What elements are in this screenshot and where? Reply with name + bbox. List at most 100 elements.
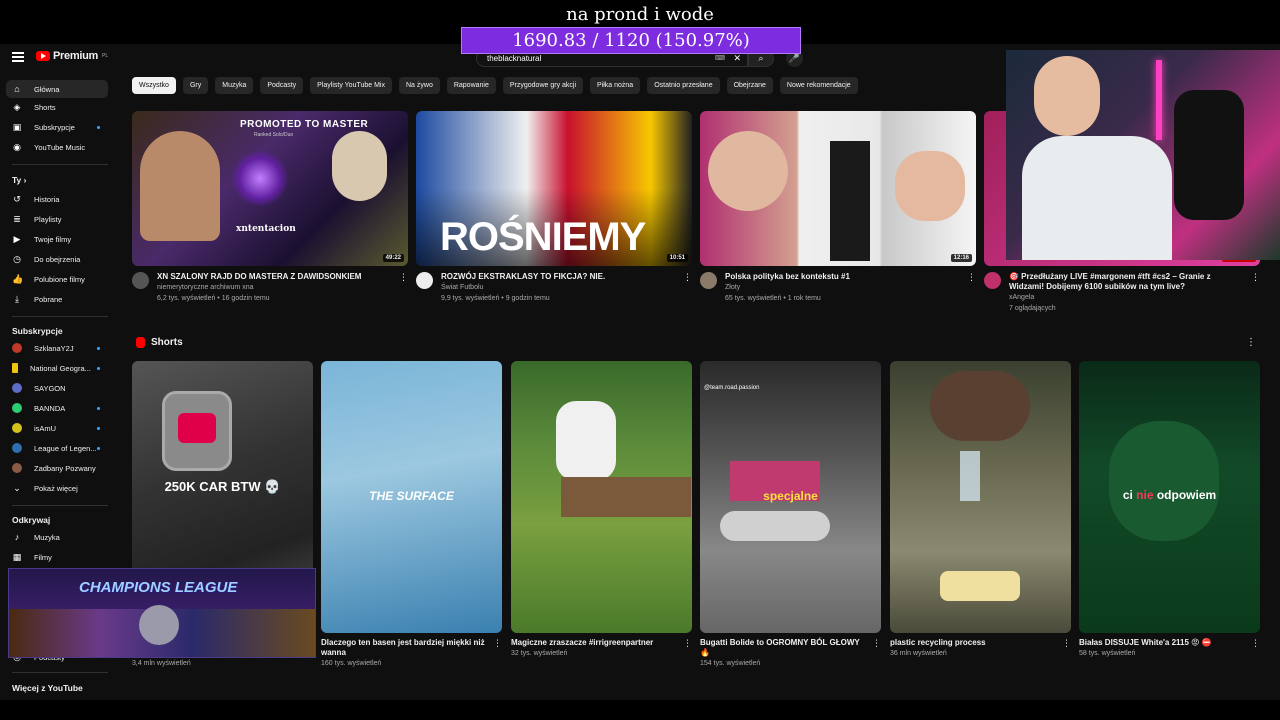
channel-avatar[interactable] bbox=[984, 272, 1001, 289]
keyboard-icon[interactable]: ⌨ bbox=[715, 54, 725, 62]
sidebar-item-shorts[interactable]: ◈ Shorts bbox=[6, 98, 108, 116]
sidebar-sub-item[interactable]: League of Legen... bbox=[6, 439, 108, 457]
sidebar-item-label: Do obejrzenia bbox=[34, 254, 81, 264]
plastic-rod-image bbox=[940, 571, 1020, 601]
sidebar-sub-item[interactable]: National Geogra... bbox=[6, 359, 108, 377]
sidebar-sub-item[interactable]: SzklanaY2J bbox=[6, 339, 108, 357]
sidebar-item-label: National Geogra... bbox=[30, 363, 91, 373]
video-duration: 12:16 bbox=[950, 254, 972, 262]
short-card[interactable]: @team.road.passion specjalne Bugatti Bol… bbox=[700, 361, 881, 670]
chip-all[interactable]: Wszystko bbox=[132, 77, 176, 94]
channel-name[interactable]: Świat Futbolu bbox=[441, 282, 692, 293]
short-title[interactable]: Dlaczego ten basen jest bardziej miękki … bbox=[321, 638, 502, 658]
video-thumbnail[interactable]: PROMOTED TO MASTER Ranked Solo/Duo xnten… bbox=[132, 111, 408, 266]
donation-goal-text: 1690.83 / 1120 (150.97%) bbox=[512, 30, 750, 51]
channel-name[interactable]: xAngela bbox=[1009, 292, 1260, 303]
sidebar-sub-item[interactable]: Zadbany Pozwany bbox=[6, 459, 108, 477]
sidebar-item-label: Muzyka bbox=[34, 532, 60, 542]
sidebar-sub-item[interactable]: BANNDA bbox=[6, 399, 108, 417]
more-options-icon[interactable]: ⋮ bbox=[493, 638, 502, 649]
sidebar-item-label: Pobrane bbox=[34, 294, 63, 304]
channel-name[interactable]: niemerytoryczne archiwum xna bbox=[157, 282, 408, 293]
short-details: Białas DISSUJE White'a 2115 😡 ⛔ 58 tys. … bbox=[1079, 638, 1260, 660]
short-card[interactable]: plastic recycling process 36 mln wyświet… bbox=[890, 361, 1071, 660]
more-options-icon[interactable]: ⋮ bbox=[1251, 638, 1260, 649]
video-title[interactable]: Polska polityka bez kontekstu #1 bbox=[725, 272, 976, 282]
sidebar-show-more[interactable]: ⌄ Pokaż więcej bbox=[6, 479, 108, 497]
sidebar-item-youtube-music[interactable]: ◉ YouTube Music bbox=[6, 138, 108, 156]
sidebar-item-your-videos[interactable]: ▶ Twoje filmy bbox=[6, 230, 108, 248]
sidebar-item-downloads[interactable]: ⤓ Pobrane bbox=[6, 290, 108, 308]
sidebar-item-watch-later[interactable]: ◷ Do obejrzenia bbox=[6, 250, 108, 268]
short-thumbnail[interactable]: ci nie odpowiem bbox=[1079, 361, 1260, 633]
channel-name[interactable]: Złoty bbox=[725, 282, 976, 293]
new-content-dot bbox=[97, 126, 100, 129]
video-title[interactable]: XN SZALONY RAJD DO MASTERA Z DAWIDSONKIE… bbox=[157, 272, 408, 282]
channel-avatar[interactable] bbox=[700, 272, 717, 289]
short-thumbnail[interactable] bbox=[511, 361, 692, 633]
download-icon: ⤓ bbox=[15, 293, 19, 304]
more-options-icon[interactable]: ⋮ bbox=[1251, 272, 1260, 283]
video-stats: 7 oglądających bbox=[1009, 305, 1056, 312]
stream-screen: na prond i wode 1690.83 / 1120 (150.97%)… bbox=[0, 0, 1280, 720]
sidebar-item-movies[interactable]: ▦ Filmy bbox=[6, 548, 108, 566]
sidebar-item-liked[interactable]: 👍 Polubione filmy bbox=[6, 270, 108, 288]
chip-music[interactable]: Muzyka bbox=[215, 77, 254, 94]
chip-podcasts[interactable]: Podcasty bbox=[260, 77, 304, 94]
more-options-icon[interactable]: ⋮ bbox=[683, 638, 692, 649]
sidebar-item-subscriptions[interactable]: ▣ Subskrypcje bbox=[6, 118, 108, 136]
short-title[interactable]: Magiczne zraszacze #irrigreenpartner bbox=[511, 638, 692, 648]
short-title[interactable]: Bugatti Bolide to OGROMNY BÓL GŁOWY🔥 bbox=[700, 638, 881, 658]
sidebar-divider bbox=[12, 164, 108, 165]
more-options-icon[interactable]: ⋮ bbox=[967, 272, 976, 283]
clear-search-icon[interactable]: ✕ bbox=[733, 53, 741, 64]
chip-recently-uploaded[interactable]: Ostatnio przesłane bbox=[647, 77, 720, 94]
more-options-icon[interactable]: ⋮ bbox=[399, 272, 408, 283]
chip-football[interactable]: Piłka nożna bbox=[590, 77, 641, 94]
short-card[interactable]: Magiczne zraszacze #irrigreenpartner 32 … bbox=[511, 361, 692, 660]
short-card[interactable]: THE SURFACE Dlaczego ten basen jest bard… bbox=[321, 361, 502, 670]
short-card[interactable]: ci nie odpowiem Białas DISSUJE White'a 2… bbox=[1079, 361, 1260, 660]
chip-games[interactable]: Gry bbox=[182, 77, 209, 94]
video-title[interactable]: ROZWÓJ EKSTRAKLASY TO FIKCJA? NIE. bbox=[441, 272, 692, 282]
short-thumbnail[interactable]: @team.road.passion specjalne bbox=[700, 361, 881, 633]
chip-mix[interactable]: Playlisty YouTube Mix bbox=[310, 77, 392, 94]
chip-watched[interactable]: Obejrzane bbox=[726, 77, 773, 94]
more-options-icon[interactable]: ⋮ bbox=[683, 272, 692, 283]
short-title[interactable]: Białas DISSUJE White'a 2115 😡 ⛔ bbox=[1079, 638, 1260, 648]
video-title[interactable]: 🎯 Przedłużany LIVE #margonem #tft #cs2 –… bbox=[1009, 272, 1260, 292]
video-thumbnail[interactable]: 12:16 bbox=[700, 111, 976, 266]
shorts-icon: ◈ bbox=[13, 101, 21, 112]
sidebar-item-music[interactable]: ♪ Muzyka bbox=[6, 528, 108, 546]
sidebar-item-history[interactable]: ↺ Historia bbox=[6, 190, 108, 208]
video-card[interactable]: PROMOTED TO MASTER Ranked Solo/Duo xnten… bbox=[132, 111, 408, 304]
sidebar-item-label: Zadbany Pozwany bbox=[34, 463, 96, 473]
chip-rap[interactable]: Rapowanie bbox=[446, 77, 496, 94]
short-title[interactable]: plastic recycling process bbox=[890, 638, 1071, 648]
sidebar-sub-item[interactable]: SAYGON bbox=[6, 379, 108, 397]
channel-avatar[interactable] bbox=[132, 272, 149, 289]
video-card[interactable]: 12:16 Polska polityka bez kontekstu #1 Z… bbox=[700, 111, 976, 304]
sidebar-item-home[interactable]: ⌂ Główna bbox=[6, 80, 108, 98]
sidebar-sub-item[interactable]: isAmU bbox=[6, 419, 108, 437]
youtube-logo[interactable]: Premium PL bbox=[36, 50, 108, 62]
channel-avatar bbox=[12, 363, 18, 373]
video-thumbnail[interactable]: ROŚNIEMY 10:51 bbox=[416, 111, 692, 266]
more-options-icon[interactable]: ⋮ bbox=[1062, 638, 1071, 649]
chip-action-adventure[interactable]: Przygodowe gry akcji bbox=[502, 77, 584, 94]
short-thumbnail[interactable] bbox=[890, 361, 1071, 633]
short-thumbnail[interactable]: THE SURFACE bbox=[321, 361, 502, 633]
chip-live[interactable]: Na żywo bbox=[399, 77, 440, 94]
short-views: 3,4 mln wyświetleń bbox=[132, 660, 191, 667]
hamburger-menu-icon[interactable] bbox=[12, 52, 24, 62]
more-options-icon[interactable]: ⋮ bbox=[872, 638, 881, 649]
neon-light bbox=[1156, 60, 1162, 140]
chip-new-recommendations[interactable]: Nowe rekomendacje bbox=[779, 77, 858, 94]
video-card[interactable]: ROŚNIEMY 10:51 ROZWÓJ EKSTRAKLASY TO FIK… bbox=[416, 111, 692, 304]
short-caption: 250K CAR BTW 💀 bbox=[164, 479, 281, 494]
sidebar-item-playlists[interactable]: ≣ Playlisty bbox=[6, 210, 108, 228]
sidebar-you-heading[interactable]: Ty › bbox=[12, 175, 27, 185]
thumbnail-name: xntentacion bbox=[236, 224, 296, 234]
shelf-more-options-icon[interactable]: ⋮ bbox=[1246, 337, 1256, 348]
channel-avatar[interactable] bbox=[416, 272, 433, 289]
